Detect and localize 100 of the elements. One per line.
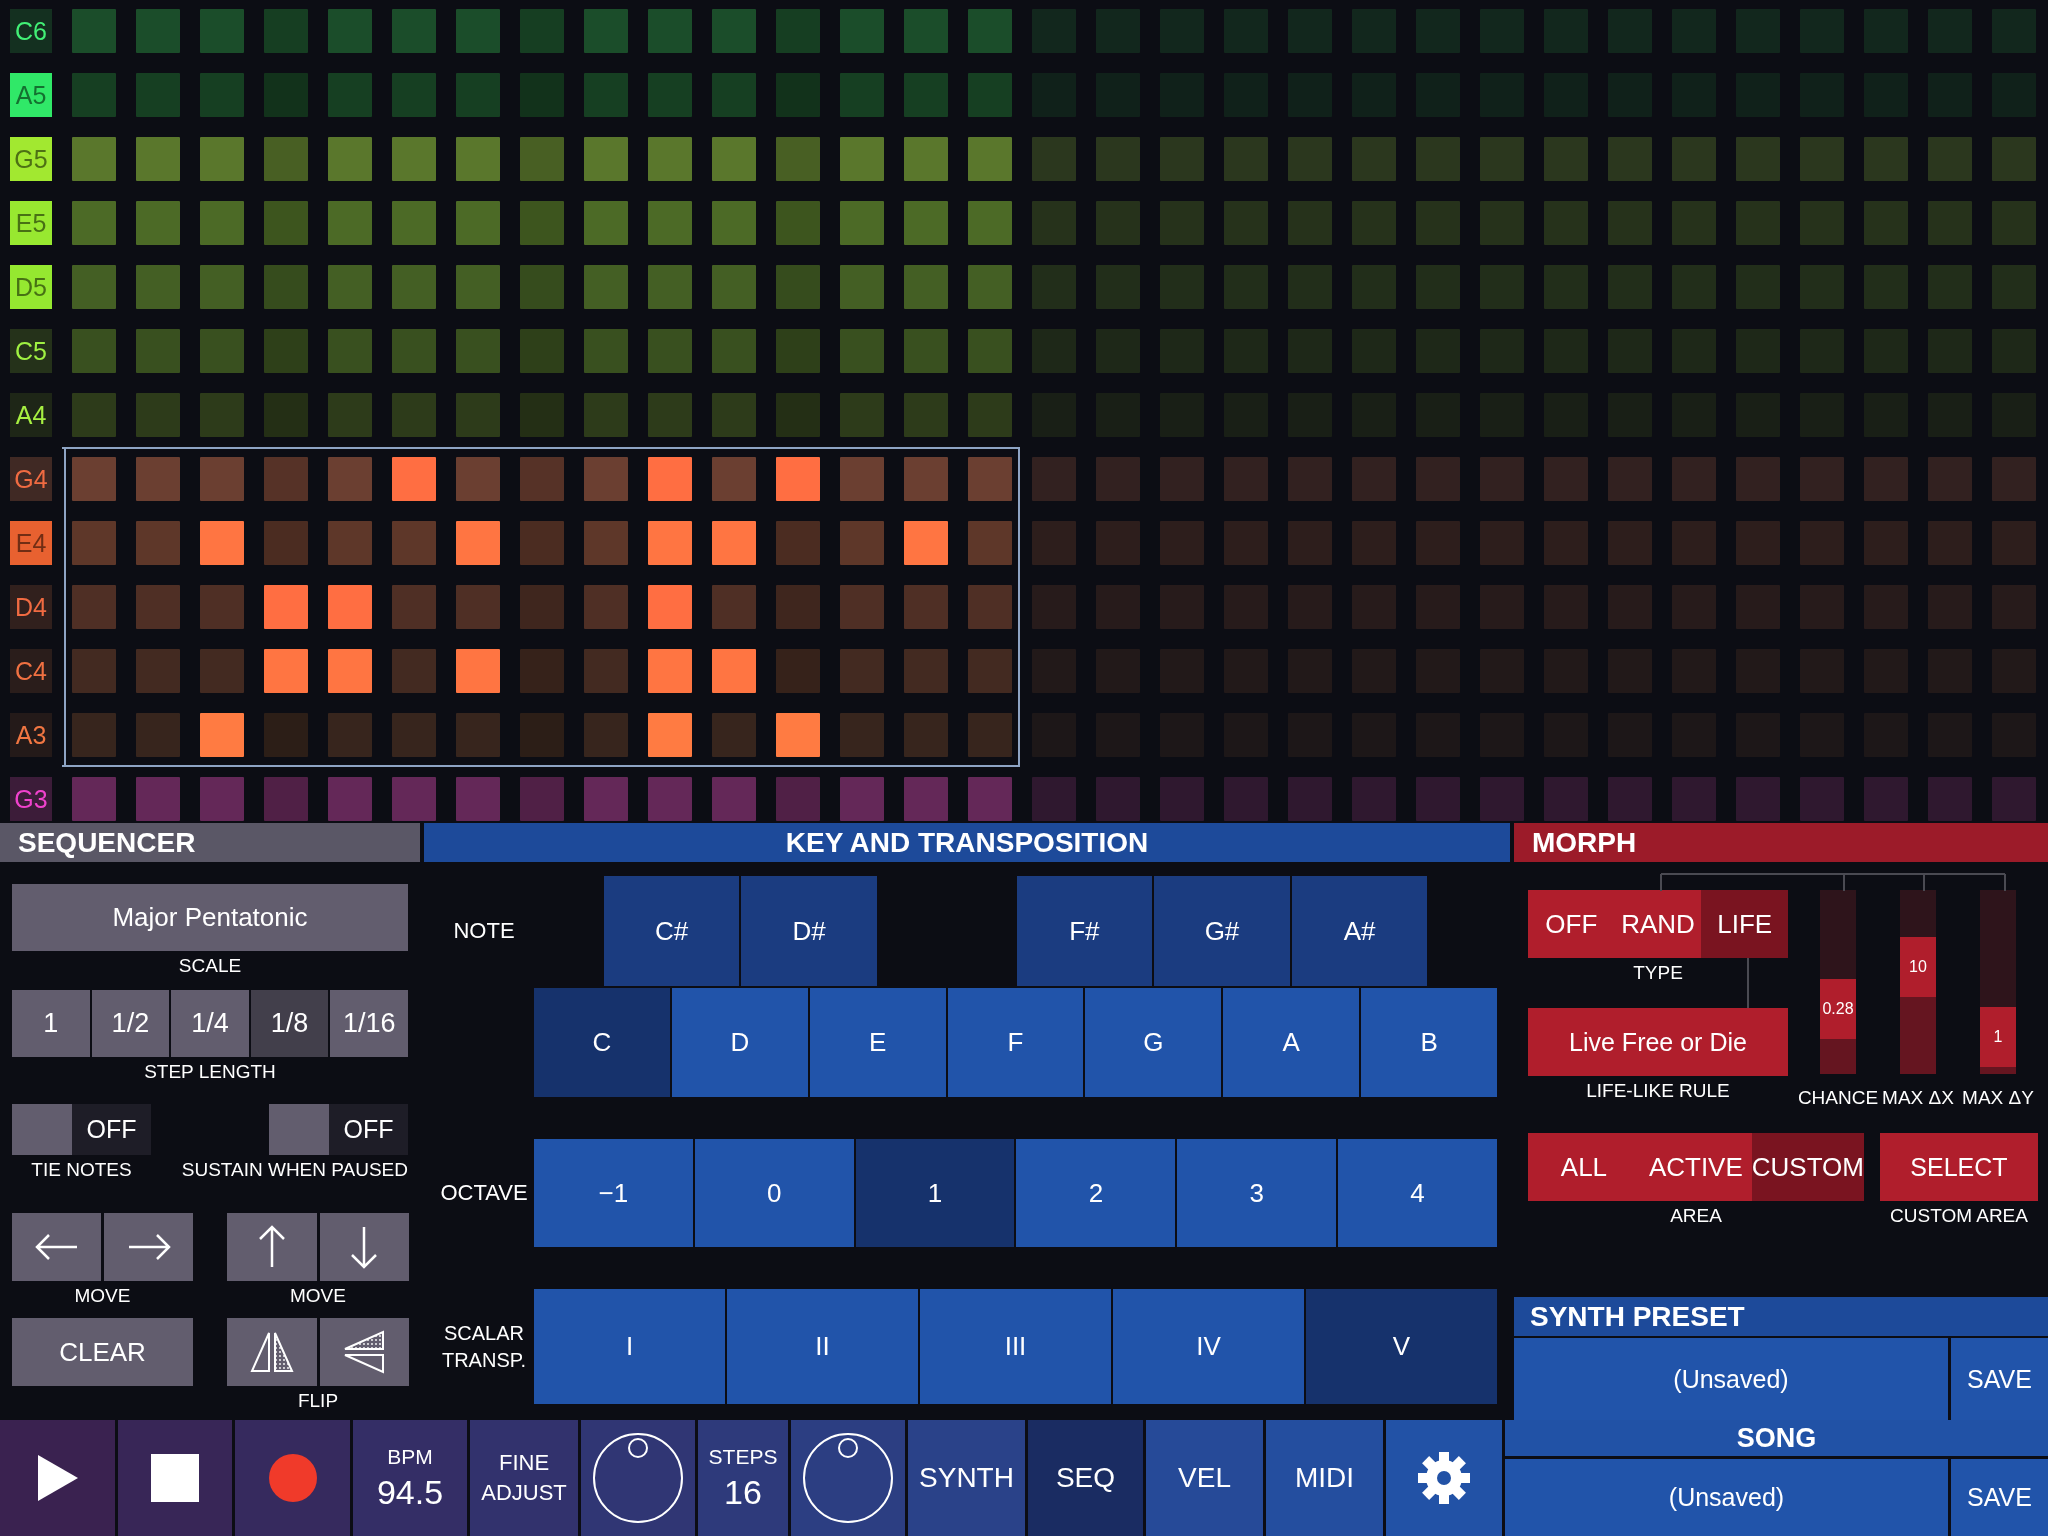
- step-cell[interactable]: [72, 713, 116, 757]
- step-cell[interactable]: [584, 585, 628, 629]
- step-cell[interactable]: [328, 777, 372, 821]
- step-cell[interactable]: [264, 521, 308, 565]
- step-cell[interactable]: [712, 649, 756, 693]
- step-cell[interactable]: [776, 265, 820, 309]
- key-button[interactable]: A#: [1291, 876, 1428, 986]
- step-cell[interactable]: [648, 777, 692, 821]
- step-cell[interactable]: [648, 329, 692, 373]
- step-cell[interactable]: [72, 265, 116, 309]
- step-cell[interactable]: [328, 649, 372, 693]
- transpose-button[interactable]: IV: [1113, 1289, 1304, 1404]
- step-cell[interactable]: [392, 393, 436, 437]
- step-cell[interactable]: [904, 521, 948, 565]
- step-cell[interactable]: [392, 329, 436, 373]
- key-button[interactable]: F: [947, 988, 1084, 1097]
- step-cell[interactable]: [200, 73, 244, 117]
- transpose-button[interactable]: V: [1306, 1289, 1497, 1404]
- key-button[interactable]: G#: [1154, 876, 1290, 986]
- step-cell[interactable]: [520, 777, 564, 821]
- step-cell[interactable]: [648, 457, 692, 501]
- step-cell[interactable]: [328, 521, 372, 565]
- step-cell[interactable]: [456, 649, 500, 693]
- step-cell[interactable]: [200, 777, 244, 821]
- step-cell[interactable]: [712, 201, 756, 245]
- step-cell[interactable]: [264, 265, 308, 309]
- step-cell[interactable]: [328, 393, 372, 437]
- step-cell[interactable]: [904, 649, 948, 693]
- step-cell[interactable]: [200, 713, 244, 757]
- step-cell[interactable]: [968, 393, 1012, 437]
- settings-button[interactable]: [1386, 1420, 1502, 1536]
- step-cell[interactable]: [328, 201, 372, 245]
- step-cell[interactable]: [968, 265, 1012, 309]
- step-cell[interactable]: [520, 585, 564, 629]
- octave-button[interactable]: 1: [855, 1139, 1015, 1247]
- step-cell[interactable]: [712, 457, 756, 501]
- step-cell[interactable]: [648, 393, 692, 437]
- knob[interactable]: [802, 1432, 894, 1524]
- step-cell[interactable]: [712, 137, 756, 181]
- step-cell[interactable]: [200, 9, 244, 53]
- step-cell[interactable]: [520, 73, 564, 117]
- step-cell[interactable]: [840, 457, 884, 501]
- tab[interactable]: SYNTH: [908, 1420, 1025, 1536]
- step-cell[interactable]: [840, 777, 884, 821]
- step-cell[interactable]: [840, 265, 884, 309]
- step-cell[interactable]: [72, 329, 116, 373]
- step-cell[interactable]: [712, 73, 756, 117]
- step-cell[interactable]: [456, 457, 500, 501]
- stop-button[interactable]: [118, 1420, 232, 1536]
- step-cell[interactable]: [264, 9, 308, 53]
- step-cell[interactable]: [776, 393, 820, 437]
- slider-thumb[interactable]: 0.28: [1820, 979, 1856, 1040]
- step-cell[interactable]: [264, 137, 308, 181]
- step-cell[interactable]: [904, 265, 948, 309]
- step-cell[interactable]: [968, 713, 1012, 757]
- morph-type-button[interactable]: LIFE: [1701, 890, 1788, 958]
- step-cell[interactable]: [328, 73, 372, 117]
- step-cell[interactable]: [392, 201, 436, 245]
- step-cell[interactable]: [776, 137, 820, 181]
- octave-button[interactable]: −1: [534, 1139, 693, 1247]
- step-cell[interactable]: [584, 649, 628, 693]
- move-button[interactable]: [104, 1213, 193, 1281]
- transpose-button[interactable]: II: [727, 1289, 918, 1404]
- step-cell[interactable]: [392, 9, 436, 53]
- step-cell[interactable]: [520, 393, 564, 437]
- morph-type-button[interactable]: OFF: [1528, 890, 1615, 958]
- step-cell[interactable]: [584, 521, 628, 565]
- step-cell[interactable]: [904, 73, 948, 117]
- step-cell[interactable]: [136, 585, 180, 629]
- area-button[interactable]: ALL: [1528, 1133, 1640, 1201]
- step-cell[interactable]: [328, 9, 372, 53]
- step-cell[interactable]: [840, 73, 884, 117]
- step-cell[interactable]: [968, 329, 1012, 373]
- step-cell[interactable]: [264, 457, 308, 501]
- step-cell[interactable]: [904, 137, 948, 181]
- step-cell[interactable]: [840, 201, 884, 245]
- flip-button[interactable]: [319, 1318, 409, 1386]
- step-cell[interactable]: [200, 585, 244, 629]
- step-length-button[interactable]: 1/4: [171, 990, 249, 1057]
- step-cell[interactable]: [264, 777, 308, 821]
- step-cell[interactable]: [968, 137, 1012, 181]
- step-cell[interactable]: [648, 137, 692, 181]
- key-button[interactable]: B: [1361, 988, 1497, 1097]
- step-cell[interactable]: [200, 649, 244, 693]
- step-cell[interactable]: [648, 521, 692, 565]
- step-cell[interactable]: [712, 585, 756, 629]
- step-cell[interactable]: [584, 9, 628, 53]
- step-cell[interactable]: [456, 201, 500, 245]
- step-cell[interactable]: [520, 713, 564, 757]
- step-cell[interactable]: [456, 137, 500, 181]
- step-cell[interactable]: [520, 137, 564, 181]
- step-cell[interactable]: [392, 521, 436, 565]
- step-cell[interactable]: [968, 521, 1012, 565]
- key-button[interactable]: D: [671, 988, 808, 1097]
- step-cell[interactable]: [968, 649, 1012, 693]
- step-cell[interactable]: [136, 201, 180, 245]
- step-cell[interactable]: [328, 713, 372, 757]
- step-length-button[interactable]: 1/16: [330, 990, 408, 1057]
- step-cell[interactable]: [264, 713, 308, 757]
- select-button[interactable]: SELECT: [1880, 1133, 2038, 1201]
